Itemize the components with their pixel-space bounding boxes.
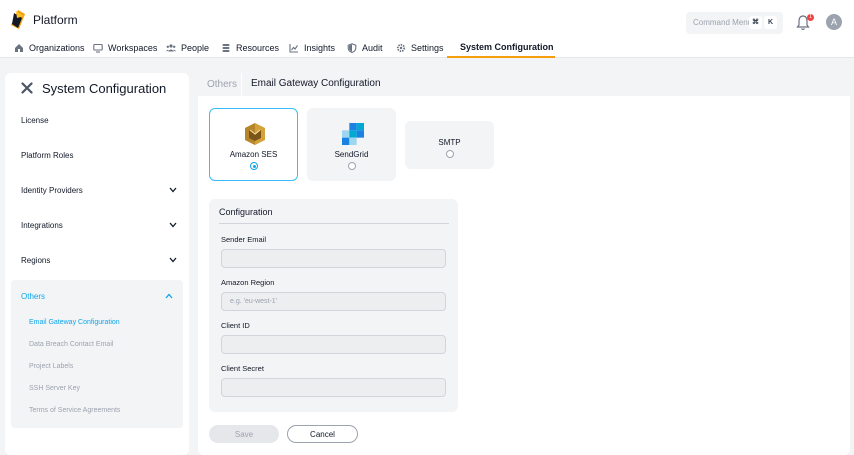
sidebar-subitem-data-breach-contact[interactable]: Data Breach Contact Email bbox=[29, 341, 113, 348]
nav-label: System Configuration bbox=[460, 41, 554, 52]
nav-label: Insights bbox=[304, 42, 336, 53]
provider-name: Amazon SES bbox=[229, 150, 278, 159]
chevron-down-icon[interactable] bbox=[169, 257, 177, 263]
sidebar: System Configuration License Platform Ro… bbox=[5, 73, 189, 455]
command-menu-label: Command Menu bbox=[693, 18, 753, 27]
provider-radio-sendgrid[interactable] bbox=[348, 162, 356, 170]
provider-radio-smtp[interactable] bbox=[446, 150, 454, 158]
people-icon bbox=[166, 43, 176, 51]
chart-icon bbox=[289, 43, 298, 53]
client-secret-label: Client Secret bbox=[221, 364, 264, 373]
nav-label: Resources bbox=[236, 42, 280, 53]
provider-name: SendGrid bbox=[334, 150, 369, 159]
sender-email-field[interactable] bbox=[221, 249, 446, 268]
sidebar-subitem-email-gateway[interactable]: Email Gateway Configuration bbox=[29, 319, 120, 326]
page-title: Email Gateway Configuration bbox=[251, 78, 381, 89]
sidebar-item-label: Integrations bbox=[21, 221, 63, 230]
nav-audit[interactable]: Audit bbox=[347, 37, 383, 58]
amazon-ses-icon bbox=[245, 123, 265, 145]
platform-logo-icon[interactable] bbox=[9, 9, 27, 30]
nav-people[interactable]: People bbox=[166, 37, 209, 58]
sidebar-subitem-ssh-server-key[interactable]: SSH Server Key bbox=[29, 385, 80, 392]
sidebar-subitem-project-labels[interactable]: Project Labels bbox=[29, 363, 73, 370]
k-key: K bbox=[764, 16, 777, 29]
chevron-down-icon[interactable] bbox=[169, 187, 177, 193]
tools-icon bbox=[21, 82, 33, 94]
nav-label: Workspaces bbox=[108, 42, 158, 53]
sidebar-item-identity-providers[interactable]: Identity Providers bbox=[21, 186, 177, 196]
chevron-up-icon[interactable] bbox=[165, 293, 173, 299]
provider-name: SMTP bbox=[438, 138, 461, 147]
sidebar-item-platform-roles[interactable]: Platform Roles bbox=[21, 151, 177, 161]
home-icon bbox=[15, 43, 23, 52]
breadcrumb-parent[interactable]: Others bbox=[207, 79, 237, 90]
amazon-region-field[interactable] bbox=[221, 292, 446, 311]
nav-workspaces[interactable]: Workspaces bbox=[93, 37, 157, 58]
nav-organizations[interactable]: Organizations bbox=[14, 37, 85, 58]
sidebar-item-label: Platform Roles bbox=[21, 151, 74, 160]
gear-icon bbox=[396, 43, 406, 52]
monitor-icon bbox=[93, 43, 103, 53]
nav-label: Audit bbox=[362, 42, 383, 53]
configuration-divider bbox=[219, 223, 449, 224]
command-key: ⌘ bbox=[749, 16, 762, 29]
sidebar-item-others[interactable]: Others bbox=[21, 292, 173, 301]
cancel-button[interactable]: Cancel bbox=[287, 425, 358, 443]
sidebar-item-label: License bbox=[21, 116, 49, 125]
nav-label: People bbox=[181, 42, 210, 53]
client-id-label: Client ID bbox=[221, 321, 250, 330]
sendgrid-icon bbox=[342, 123, 364, 145]
sidebar-title: System Configuration bbox=[21, 80, 167, 96]
provider-card-smtp[interactable]: SMTP bbox=[405, 121, 494, 169]
client-id-field[interactable] bbox=[221, 335, 446, 354]
top-header: Platform Command Menu ⌘ K 1 A Organizati… bbox=[0, 0, 854, 58]
user-avatar[interactable]: A bbox=[826, 14, 842, 30]
provider-card-sendgrid[interactable]: SendGrid bbox=[307, 108, 396, 181]
nav-system-configuration[interactable]: System Configuration bbox=[447, 37, 555, 58]
sidebar-title-text: System Configuration bbox=[42, 80, 167, 96]
nav-resources[interactable]: Resources bbox=[221, 37, 279, 58]
command-menu-button[interactable]: Command Menu ⌘ K bbox=[686, 12, 783, 34]
sidebar-item-license[interactable]: License bbox=[21, 116, 177, 126]
database-icon bbox=[222, 43, 230, 52]
notification-badge: 1 bbox=[807, 14, 814, 21]
sidebar-item-integrations[interactable]: Integrations bbox=[21, 221, 177, 231]
provider-card-amazon-ses[interactable]: Amazon SES bbox=[209, 108, 298, 181]
breadcrumb: Others Email Gateway Configuration bbox=[198, 73, 850, 96]
nav-label: Settings bbox=[411, 42, 444, 53]
configuration-panel: Configuration Sender Email Amazon Region… bbox=[209, 199, 458, 412]
chevron-down-icon[interactable] bbox=[169, 222, 177, 228]
nav-settings[interactable]: Settings bbox=[396, 37, 444, 58]
amazon-region-label: Amazon Region bbox=[221, 278, 275, 287]
sidebar-item-label: Regions bbox=[21, 256, 51, 265]
shield-icon bbox=[347, 42, 357, 53]
breadcrumb-divider bbox=[241, 73, 242, 96]
sidebar-item-label: Identity Providers bbox=[21, 186, 83, 195]
nav-label: Organizations bbox=[29, 42, 85, 53]
client-secret-field[interactable] bbox=[221, 378, 446, 397]
save-button[interactable]: Save bbox=[209, 425, 279, 443]
brand-name[interactable]: Platform bbox=[33, 13, 78, 27]
provider-radio-amazon-ses[interactable] bbox=[250, 162, 258, 170]
configuration-title: Configuration bbox=[219, 207, 273, 217]
main-nav: Organizations Workspaces People Resource… bbox=[0, 37, 854, 58]
sidebar-item-regions[interactable]: Regions bbox=[21, 256, 177, 266]
sidebar-group-others: Others Email Gateway Configuration Data … bbox=[11, 280, 183, 428]
main-panel: Others Email Gateway Configuration Amazo… bbox=[198, 73, 850, 455]
nav-insights[interactable]: Insights bbox=[289, 37, 335, 58]
sidebar-item-label: Others bbox=[21, 292, 46, 301]
sender-email-label: Sender Email bbox=[221, 235, 267, 244]
sidebar-subitem-terms-of-service[interactable]: Terms of Service Agreements bbox=[29, 407, 120, 414]
